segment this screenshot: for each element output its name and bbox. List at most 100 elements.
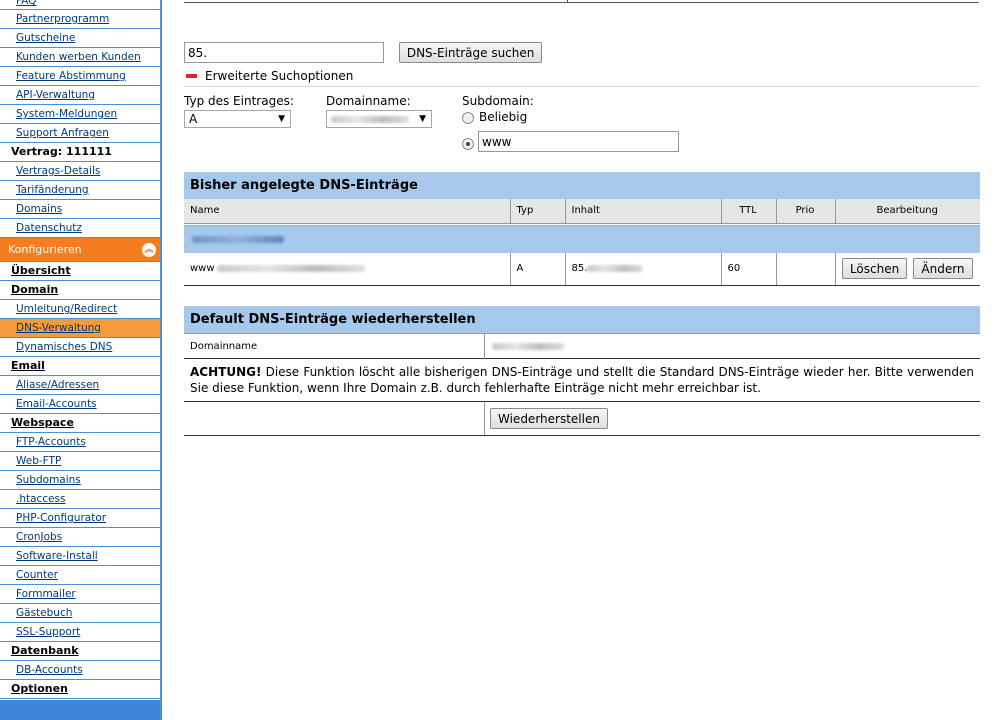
sidebar-item-label[interactable]: DB-Accounts <box>16 664 83 676</box>
type-select[interactable]: A ▼ <box>184 110 291 128</box>
sidebar-item-label[interactable]: Datenbank <box>11 644 79 657</box>
sidebar-item-email-accounts[interactable]: Email-Accounts <box>0 395 160 414</box>
sidebar-item-support-anfragen[interactable]: Support Anfragen <box>0 124 160 143</box>
col-bearbeitung: Bearbeitung <box>835 199 980 224</box>
sidebar-item-label[interactable]: Gästebuch <box>16 607 72 619</box>
sidebar-item-label[interactable]: Email-Accounts <box>16 398 97 410</box>
radio-custom[interactable] <box>462 137 474 150</box>
advanced-options-toggle[interactable]: Erweiterte Suchoptionen <box>186 69 353 83</box>
sidebar-item-dynamisches-dns[interactable]: Dynamisches DNS <box>0 338 160 357</box>
restore-table: Domainname ACHTUNG! Diese Funktion lösch… <box>184 333 980 436</box>
sidebar-item-system-meldungen[interactable]: System-Meldungen <box>0 105 160 124</box>
sidebar-item-gutscheine[interactable]: Gutscheine <box>0 29 160 48</box>
sidebar-item-subdomains[interactable]: Subdomains <box>0 471 160 490</box>
sidebar-item-formmailer[interactable]: Formmailer <box>0 585 160 604</box>
sidebar-item-ftp-accounts[interactable]: FTP-Accounts <box>0 433 160 452</box>
sidebar-item-label[interactable]: Subdomains <box>16 474 81 486</box>
sidebar-item-label[interactable]: Optionen <box>11 682 68 695</box>
sidebar-item-label[interactable]: Webspace <box>11 416 74 429</box>
radio-any[interactable] <box>462 111 474 124</box>
sidebar-item-umleitung-redirect[interactable]: Umleitung/Redirect <box>0 300 160 319</box>
sidebar-item-aliase-adressen[interactable]: Aliase/Adressen <box>0 376 160 395</box>
sidebar-item-label[interactable]: Support Anfragen <box>16 127 109 139</box>
subdomain-input[interactable] <box>478 131 679 152</box>
sidebar-item-counter[interactable]: Counter <box>0 566 160 585</box>
redacted-domain <box>492 343 564 350</box>
sidebar-item-label[interactable]: Email <box>11 359 45 372</box>
col-prio[interactable]: Prio <box>776 199 836 224</box>
sidebar-item-email[interactable]: Email <box>0 357 160 376</box>
sidebar-item-label[interactable]: Domains <box>16 203 62 215</box>
delete-button[interactable]: Löschen <box>841 258 908 280</box>
sidebar-item-webspace[interactable]: Webspace <box>0 414 160 433</box>
subdomain-any-option[interactable]: Beliebig <box>462 110 527 124</box>
col-typ[interactable]: Typ <box>510 199 566 224</box>
sidebar-item-label[interactable]: API-Verwaltung <box>16 89 95 101</box>
sidebar-item-label[interactable]: Counter <box>16 569 58 581</box>
sidebar-item-cronjobs[interactable]: CronJobs <box>0 528 160 547</box>
sidebar-item-vertrags-details[interactable]: Vertrags-Details <box>0 162 160 181</box>
sidebar-item-label[interactable]: Gutscheine <box>16 32 75 44</box>
warning-label: ACHTUNG! <box>190 365 262 379</box>
redacted-domain <box>192 236 284 243</box>
sidebar-item-api-verwaltung[interactable]: API-Verwaltung <box>0 86 160 105</box>
sidebar-item-domain[interactable]: Domain <box>0 281 160 300</box>
sidebar-item-software-install[interactable]: Software-Install <box>0 547 160 566</box>
sidebar-item-php-configurator[interactable]: PHP-Configurator <box>0 509 160 528</box>
sidebar-item-label[interactable]: FAQ <box>16 0 36 7</box>
sidebar-item-label[interactable]: Vertrags-Details <box>16 165 100 177</box>
advanced-options-label: Erweiterte Suchoptionen <box>205 69 354 83</box>
subdomain-custom-option[interactable] <box>462 136 479 150</box>
sidebar-item-faq[interactable]: FAQ <box>0 0 160 10</box>
sidebar-item-label[interactable]: DNS-Verwaltung <box>16 322 101 334</box>
col-inhalt[interactable]: Inhalt <box>565 199 722 224</box>
sidebar-item-label[interactable]: System-Meldungen <box>16 108 117 120</box>
edit-button[interactable]: Ändern <box>913 258 973 280</box>
sidebar-item-web-ftp[interactable]: Web-FTP <box>0 452 160 471</box>
sidebar-item-db-accounts[interactable]: DB-Accounts <box>0 661 160 680</box>
sidebar-item-dns-verwaltung[interactable]: DNS-Verwaltung <box>0 319 160 338</box>
sidebar-item-label[interactable]: Übersicht <box>11 264 71 277</box>
cell-actions: Löschen Ändern <box>835 253 980 286</box>
sidebar-item-domains[interactable]: Domains <box>0 200 160 219</box>
sidebar-item-label[interactable]: .htaccess <box>16 493 66 505</box>
sidebar-item-htaccess[interactable]: .htaccess <box>0 490 160 509</box>
sidebar-item-feature-abstimmung[interactable]: Feature Abstimmung <box>0 67 160 86</box>
sidebar-item-label[interactable]: Web-FTP <box>16 455 61 467</box>
sidebar-item-datenbank[interactable]: Datenbank <box>0 642 160 661</box>
sidebar-item-ssl-support[interactable]: SSL-Support <box>0 623 160 642</box>
sidebar-item-label[interactable]: PHP-Configurator <box>16 512 106 524</box>
sidebar-item-ubersicht[interactable]: Übersicht <box>0 262 160 281</box>
restore-button[interactable]: Wiederherstellen <box>490 408 608 429</box>
sidebar-item-label[interactable]: Formmailer <box>16 588 76 600</box>
chevron-up-icon[interactable]: ︽ <box>142 243 156 257</box>
sidebar-item-label[interactable]: Software-Install <box>16 550 98 562</box>
sidebar-item-label[interactable]: Domain <box>11 283 58 296</box>
sidebar-item-kunden-werben-kunden[interactable]: Kunden werben Kunden <box>0 48 160 67</box>
sidebar-item-datenschutz[interactable]: Datenschutz <box>0 219 160 238</box>
col-name[interactable]: Name <box>184 199 511 224</box>
sidebar-item-label[interactable]: Partnerprogramm <box>16 13 109 25</box>
search-input[interactable] <box>184 42 384 63</box>
sidebar-item-label[interactable]: FTP-Accounts <box>16 436 86 448</box>
sidebar-item-label[interactable]: Aliase/Adressen <box>16 379 99 391</box>
sidebar-item-label[interactable]: CronJobs <box>16 531 62 543</box>
type-label: Typ des Eintrages: <box>184 94 294 108</box>
search-dns-button[interactable]: DNS-Einträge suchen <box>398 42 543 63</box>
sidebar-account-menu: FAQ Partnerprogramm Gutscheine Kunden werbe… <box>0 0 160 238</box>
sidebar-item-label[interactable]: Umleitung/Redirect <box>16 303 117 315</box>
sidebar-item-label[interactable]: Kunden werben Kunden <box>16 51 141 63</box>
sidebar-item-partnerprogramm[interactable]: Partnerprogramm <box>0 10 160 29</box>
sidebar-item-label[interactable]: Feature Abstimmung <box>16 70 126 82</box>
sidebar-item-label[interactable]: Dynamisches DNS <box>16 341 112 353</box>
sidebar-item-label[interactable]: Datenschutz <box>16 222 82 234</box>
sidebar-item-tarifanderung[interactable]: Tarifänderung <box>0 181 160 200</box>
sidebar-item-label[interactable]: Tarifänderung <box>16 184 89 196</box>
domain-label: Domainname: <box>326 94 411 108</box>
domain-select[interactable]: ▼ <box>326 110 432 128</box>
sidebar-item-label[interactable]: SSL-Support <box>16 626 80 638</box>
sidebar-section-konfigurieren[interactable]: Konfigurieren ︽ <box>0 238 160 262</box>
sidebar-item-optionen[interactable]: Optionen <box>0 680 160 699</box>
col-ttl[interactable]: TTL <box>721 199 777 224</box>
sidebar-item-gastebuch[interactable]: Gästebuch <box>0 604 160 623</box>
